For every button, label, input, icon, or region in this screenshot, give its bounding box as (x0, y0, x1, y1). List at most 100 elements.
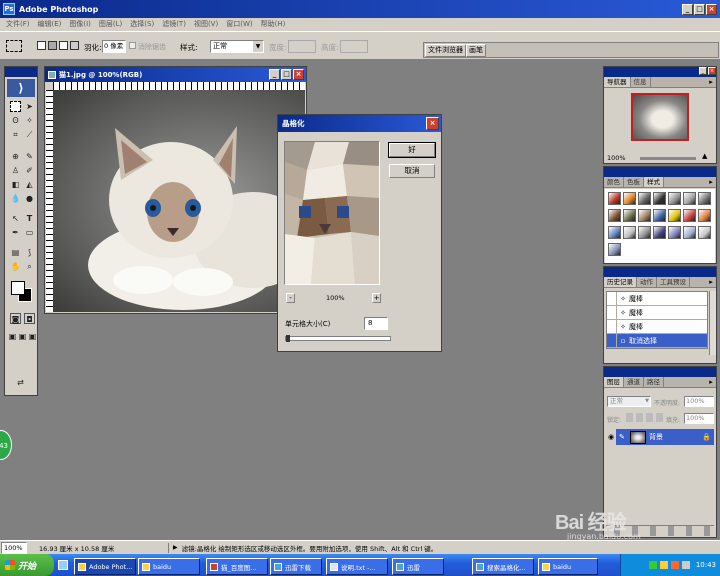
taskbar-item[interactable]: Adobe Phot... (74, 558, 136, 575)
feather-input[interactable]: 0 像素 (102, 40, 126, 53)
dialog-cancel-button[interactable]: 取消 (389, 164, 435, 178)
play-icon[interactable]: ▶ (173, 544, 178, 551)
bucket-tool-icon[interactable]: ◭ (24, 179, 35, 190)
visibility-eye-icon[interactable]: ◉ (606, 429, 616, 445)
menu-select[interactable]: 选择(S) (126, 18, 158, 31)
menu-window[interactable]: 窗口(W) (222, 18, 256, 31)
cell-size-slider[interactable] (285, 335, 391, 342)
style-swatch[interactable] (698, 226, 711, 239)
hand-tool-icon[interactable]: ✋ (10, 261, 21, 272)
minimize-button[interactable]: _ (682, 3, 693, 15)
zoom-in-button[interactable]: + (372, 293, 381, 303)
side-badge[interactable]: 43 (0, 430, 12, 460)
menu-edit[interactable]: 编辑(E) (34, 18, 66, 31)
taskbar-item[interactable]: baidu (538, 558, 598, 575)
quick-launch-icon[interactable] (58, 560, 68, 570)
taskbar-item[interactable]: 猫_百度图... (206, 558, 268, 575)
navigator-thumbnail[interactable] (631, 93, 689, 141)
fill-input[interactable]: 100% (684, 413, 714, 424)
tab-layers[interactable]: 图层 (604, 377, 624, 387)
style-swatch[interactable] (623, 226, 636, 239)
intersect-selection-icon[interactable] (70, 41, 79, 50)
navigator-zoom-in-icon[interactable]: ▲ (702, 152, 707, 160)
dialog-ok-button[interactable]: 好 (388, 142, 436, 158)
style-swatch[interactable] (698, 209, 711, 222)
tab-brushes[interactable]: 画笔 (466, 44, 486, 57)
tab-swatches[interactable]: 色板 (624, 177, 644, 187)
blur-tool-icon[interactable]: 💧 (10, 193, 21, 204)
notes-tool-icon[interactable]: ▤ (10, 247, 21, 258)
style-swatch[interactable] (683, 226, 696, 239)
height-input[interactable] (340, 40, 368, 53)
nav-min-button[interactable]: _ (699, 67, 707, 75)
dodge-tool-icon[interactable]: ● (24, 193, 35, 204)
brush-tool-icon[interactable]: ✎ (24, 151, 35, 162)
style-swatch[interactable] (653, 226, 666, 239)
path-select-icon[interactable]: ↖ (10, 213, 21, 224)
subtract-selection-icon[interactable] (59, 41, 68, 50)
move-tool-icon[interactable]: ➤ (24, 101, 35, 112)
navigator-zoom-slider[interactable] (640, 157, 696, 160)
style-swatch[interactable] (668, 209, 681, 222)
dialog-close-button[interactable]: × (426, 117, 439, 130)
style-swatch[interactable] (683, 192, 696, 205)
doc-maximize-button[interactable]: □ (281, 69, 292, 80)
style-swatch[interactable] (683, 209, 696, 222)
tab-styles[interactable]: 样式 (644, 177, 664, 187)
antialias-checkbox[interactable] (129, 42, 136, 49)
panel-menu-icon[interactable]: ▸ (706, 377, 716, 387)
style-swatch[interactable] (638, 192, 651, 205)
menu-file[interactable]: 文件(F) (2, 18, 34, 31)
screen-mode-3-icon[interactable]: ▣ (27, 331, 38, 342)
add-selection-icon[interactable] (48, 41, 57, 50)
slice-tool-icon[interactable]: ⟋ (24, 129, 35, 140)
foreground-color-swatch[interactable] (11, 281, 25, 295)
document-canvas[interactable] (53, 90, 305, 312)
type-tool-icon[interactable]: T (24, 213, 35, 224)
taskbar-item[interactable]: 迅雷下载 (270, 558, 322, 575)
history-brush-icon[interactable]: ✐ (24, 165, 35, 176)
standard-mode-icon[interactable]: ◙ (10, 313, 21, 324)
crop-tool-icon[interactable]: ⌗ (10, 129, 21, 140)
panel-grip[interactable] (604, 367, 716, 377)
menu-filter[interactable]: 滤镜(T) (158, 18, 190, 31)
cell-size-input[interactable]: 8 (364, 317, 388, 330)
close-button[interactable]: × (706, 3, 717, 15)
eraser-tool-icon[interactable]: ◧ (10, 179, 21, 190)
tab-tool-presets[interactable]: 工具预设 (657, 277, 690, 287)
history-item-selected[interactable]: ▫ 取消选择 (607, 333, 707, 348)
menu-image[interactable]: 图像(I) (65, 18, 95, 31)
style-swatch[interactable] (668, 226, 681, 239)
shape-tool-icon[interactable]: ▭ (24, 227, 35, 238)
panel-grip[interactable] (604, 267, 716, 277)
jump-to-imageready-icon[interactable]: ⇄ (15, 377, 26, 388)
nav-close-button[interactable]: × (708, 67, 716, 75)
panel-menu-icon[interactable]: ▸ (706, 277, 716, 287)
slider-thumb[interactable] (286, 335, 290, 342)
opacity-input[interactable]: 100% (684, 396, 714, 407)
zoom-out-button[interactable]: - (286, 293, 295, 303)
tab-actions[interactable]: 动作 (637, 277, 657, 287)
style-swatch[interactable] (608, 243, 621, 256)
maximize-button[interactable]: □ (694, 3, 705, 15)
menu-help[interactable]: 帮助(H) (257, 18, 290, 31)
width-input[interactable] (288, 40, 316, 53)
tab-history[interactable]: 历史记录 (604, 277, 637, 287)
magic-wand-icon[interactable]: ✧ (24, 115, 35, 126)
style-swatch[interactable] (638, 226, 651, 239)
style-swatch[interactable] (608, 226, 621, 239)
doc-minimize-button[interactable]: _ (269, 69, 280, 80)
marquee-preset-icon[interactable] (6, 40, 22, 52)
style-swatch[interactable] (653, 192, 666, 205)
style-swatch[interactable] (608, 209, 621, 222)
tray-icon[interactable] (681, 561, 690, 569)
panel-menu-icon[interactable]: ▸ (706, 177, 716, 187)
doc-close-button[interactable]: × (293, 69, 304, 80)
taskbar-item[interactable]: 迅雷 (392, 558, 444, 575)
taskbar-item[interactable]: 说明.txt -... (326, 558, 388, 575)
style-swatch[interactable] (608, 192, 621, 205)
tab-navigator[interactable]: 导航器 (604, 77, 631, 87)
taskbar-item[interactable]: baidu (138, 558, 200, 575)
tab-color[interactable]: 颜色 (604, 177, 624, 187)
tab-paths[interactable]: 路径 (644, 377, 664, 387)
